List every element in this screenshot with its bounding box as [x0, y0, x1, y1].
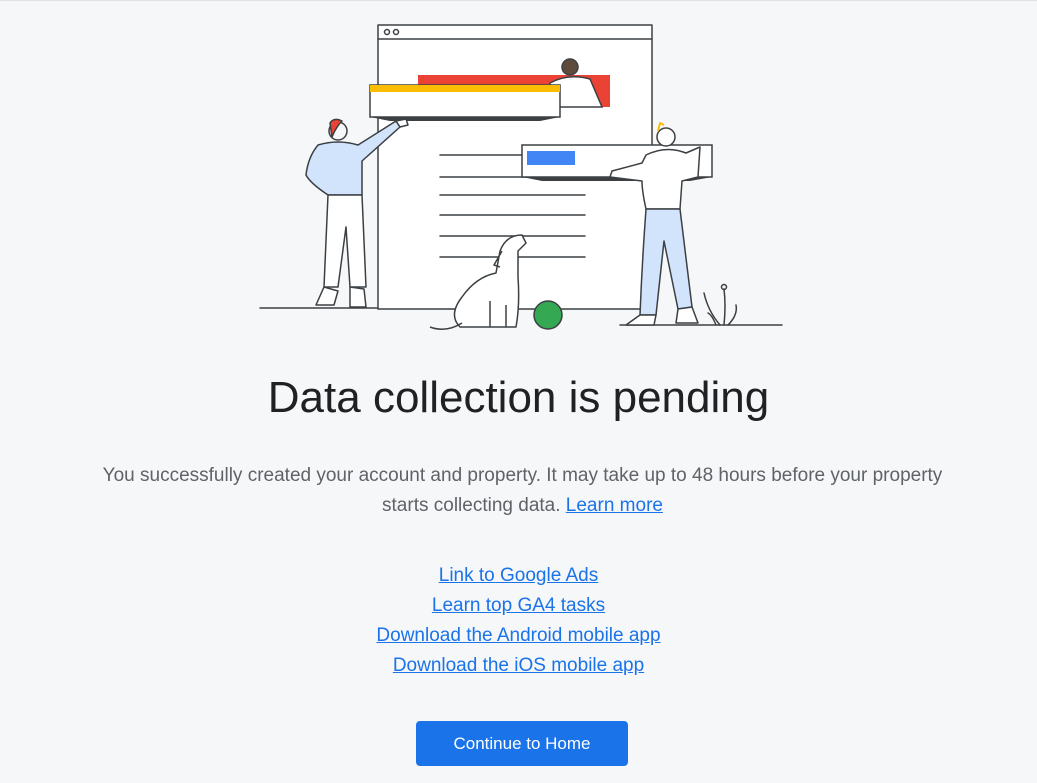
data-collection-illustration — [259, 24, 783, 330]
link-android-app[interactable]: Download the Android mobile app — [0, 621, 1037, 651]
page: Data collection is pending You successfu… — [0, 0, 1037, 783]
page-title: Data collection is pending — [267, 373, 770, 422]
description-text: You successfully created your account an… — [102, 465, 943, 516]
learn-more-link[interactable]: Learn more — [566, 495, 663, 516]
link-ga4-tasks[interactable]: Learn top GA4 tasks — [0, 591, 1037, 621]
link-ios-app[interactable]: Download the iOS mobile app — [0, 651, 1037, 681]
status-description: You successfully created your account an… — [100, 461, 945, 521]
continue-to-home-button[interactable]: Continue to Home — [416, 721, 628, 766]
link-google-ads[interactable]: Link to Google Ads — [0, 561, 1037, 591]
quick-links: Link to Google Ads Learn top GA4 tasks D… — [0, 561, 1037, 681]
